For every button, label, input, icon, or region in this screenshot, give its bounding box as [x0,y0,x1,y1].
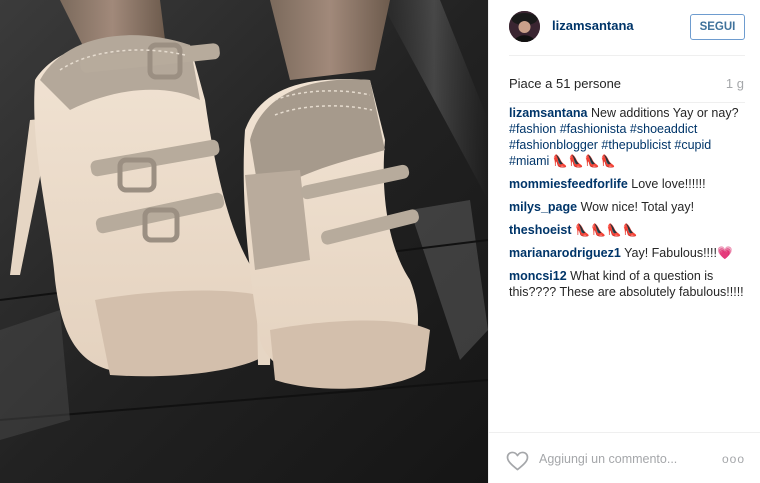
comment-text: Wow nice! Total yay! [580,200,695,214]
post-age[interactable]: 1 g [726,76,744,91]
comment-username[interactable]: mommiesfeedforlife [509,177,628,191]
avatar-image [509,11,540,42]
likes-count[interactable]: Piace a 51 persone [509,76,621,91]
comment-item: moncsi12 What kind of a question is this… [509,268,749,300]
comment-text: Yay! Fabulous!!!!💗 [624,246,733,260]
comment-username[interactable]: moncsi12 [509,269,567,283]
caption-emoji: 👠👠👠👠 [552,154,617,168]
comment-username[interactable]: theshoeist [509,223,572,237]
caption: lizamsantana New additions Yay or nay? #… [509,105,749,169]
comment-footer: Aggiungi un commento... ooo [489,432,760,483]
post-photo [0,0,488,483]
comment-text: Love love!!!!!! [631,177,706,191]
likes-divider [509,102,745,103]
comment-username[interactable]: milys_page [509,200,577,214]
comment-text: 👠👠👠👠 [575,223,639,237]
caption-text: New additions Yay or nay? [591,106,739,120]
avatar[interactable] [509,11,540,42]
header-divider [509,55,745,56]
comment-username[interactable]: marianarodriguez1 [509,246,621,260]
more-options-icon[interactable]: ooo [722,452,745,466]
add-comment-input[interactable]: Aggiungi un commento... [539,452,677,466]
comment-item: milys_page Wow nice! Total yay! [509,199,749,215]
comment-item: theshoeist 👠👠👠👠 [509,222,749,238]
post-sidebar: lizamsantana SEGUI Piace a 51 persone 1 … [488,0,760,483]
comment-item: marianarodriguez1 Yay! Fabulous!!!!💗 [509,245,749,261]
post-header: lizamsantana SEGUI [489,0,760,55]
follow-button[interactable]: SEGUI [690,14,745,40]
comment-item: mommiesfeedforlife Love love!!!!!! [509,176,749,192]
shoe-photo-illustration [0,0,488,483]
comments-list: lizamsantana New additions Yay or nay? #… [509,105,749,307]
header-username[interactable]: lizamsantana [552,18,634,33]
heart-outline-svg [506,451,529,471]
heart-outline-icon[interactable] [506,451,529,471]
caption-username[interactable]: lizamsantana [509,106,588,120]
